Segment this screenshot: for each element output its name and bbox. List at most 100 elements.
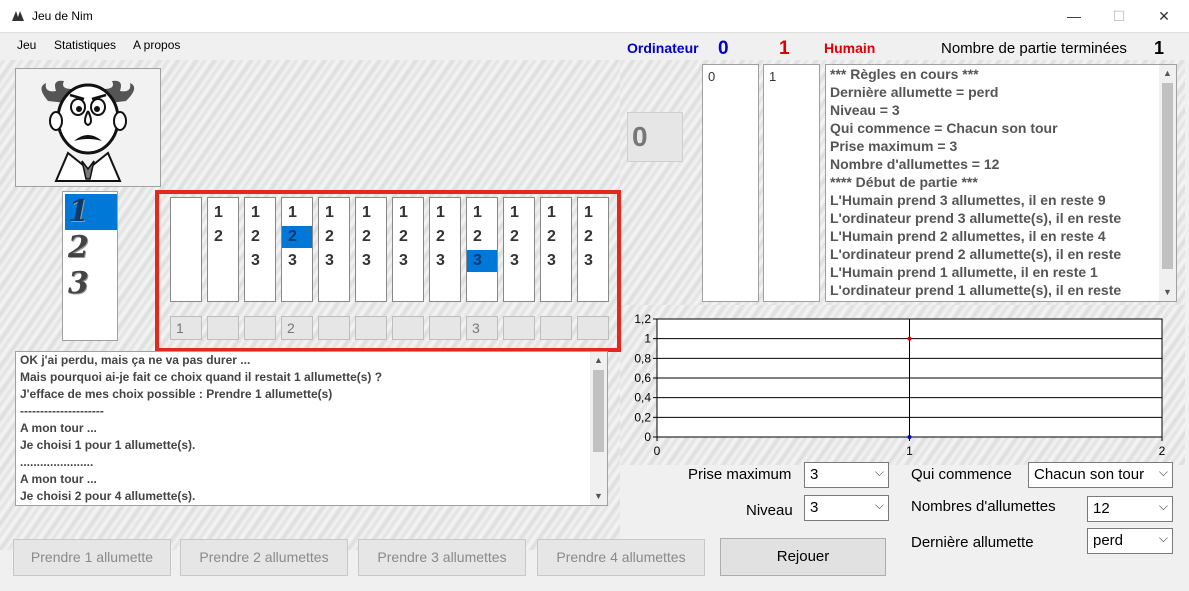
- scroll-up-arrow-icon[interactable]: ▲: [1159, 65, 1176, 82]
- match-column[interactable]: 123: [503, 197, 535, 302]
- match-option[interactable]: 2: [541, 226, 571, 248]
- prise-max-select[interactable]: 3 ⌵: [804, 462, 889, 488]
- match-option[interactable]: 3: [467, 250, 497, 272]
- match-option[interactable]: 2: [319, 226, 349, 248]
- match-option[interactable]: 1: [393, 202, 423, 224]
- match-column[interactable]: 123: [540, 197, 572, 302]
- level-item-3[interactable]: 3: [65, 266, 117, 302]
- match-option[interactable]: 2: [356, 226, 386, 248]
- match-column[interactable]: 123: [244, 197, 276, 302]
- menu-statistiques[interactable]: Statistiques: [54, 38, 116, 52]
- level-item-2[interactable]: 2: [65, 230, 117, 266]
- menu-jeu[interactable]: Jeu: [17, 38, 36, 52]
- match-option[interactable]: 2: [393, 226, 423, 248]
- ordinateur-score: 0: [718, 38, 729, 59]
- title-bar: Jeu de Nim — ☐ ✕: [0, 0, 1189, 33]
- match-option[interactable]: 3: [356, 250, 386, 272]
- ordinateur-label: Ordinateur: [627, 40, 699, 56]
- scroll-up-arrow-icon[interactable]: ▲: [590, 352, 607, 369]
- match-column[interactable]: 123: [355, 197, 387, 302]
- replay-button[interactable]: Rejouer: [720, 538, 886, 576]
- match-option[interactable]: 1: [578, 202, 608, 224]
- humain-history-list[interactable]: 1: [763, 64, 820, 302]
- menu-a-propos[interactable]: A propos: [133, 38, 180, 52]
- take-1-button[interactable]: Prendre 1 allumette: [13, 539, 171, 576]
- ai-log-line: OK j'ai perdu, mais ça ne va pas durer .…: [20, 353, 251, 367]
- match-option[interactable]: 3: [319, 250, 349, 272]
- prise-max-label: Prise maximum: [688, 466, 792, 483]
- nb-allumettes-label: Nombres d'allumettes: [911, 498, 1056, 515]
- match-option[interactable]: 2: [430, 226, 460, 248]
- match-column[interactable]: 123: [392, 197, 424, 302]
- maximize-button[interactable]: ☐: [1096, 0, 1142, 33]
- match-option[interactable]: 3: [430, 250, 460, 272]
- match-option[interactable]: 1: [430, 202, 460, 224]
- match-option[interactable]: 3: [282, 250, 312, 272]
- match-option[interactable]: 3: [245, 250, 275, 272]
- match-option[interactable]: 2: [245, 226, 275, 248]
- match-option[interactable]: 1: [504, 202, 534, 224]
- match-option[interactable]: 1: [467, 202, 497, 224]
- minimize-button[interactable]: —: [1051, 0, 1097, 33]
- rules-log[interactable]: *** Règles en cours *** Dernière allumett…: [825, 64, 1177, 302]
- derniere-allumette-value: perd: [1093, 532, 1124, 549]
- worried-face-icon: [41, 80, 135, 182]
- ai-message-log[interactable]: OK j'ai perdu, mais ça ne va pas durer .…: [15, 351, 608, 506]
- level-item-1[interactable]: 1: [65, 194, 117, 230]
- match-option[interactable]: 1: [541, 202, 571, 224]
- match-column[interactable]: 123: [577, 197, 609, 302]
- menu-bar: Jeu Statistiques A propos: [0, 34, 620, 56]
- match-option[interactable]: 1: [319, 202, 349, 224]
- match-option[interactable]: 3: [578, 250, 608, 272]
- match-option[interactable]: 2: [282, 226, 312, 248]
- match-column[interactable]: 123: [466, 197, 498, 302]
- chart-y-tick-label: 0: [644, 430, 651, 444]
- match-option[interactable]: 2: [504, 226, 534, 248]
- scroll-thumb[interactable]: [593, 370, 604, 452]
- match-column[interactable]: 123: [429, 197, 461, 302]
- qui-commence-select[interactable]: Chacun son tour ⌵: [1028, 462, 1173, 488]
- qui-commence-label: Qui commence: [911, 466, 1012, 483]
- parties-count: 1: [1154, 38, 1165, 58]
- ai-log-line: Je choisi 2 pour 4 allumette(s).: [20, 489, 196, 503]
- ai-log-line: ---------------------: [20, 404, 104, 418]
- match-option[interactable]: 2: [578, 226, 608, 248]
- match-option[interactable]: 1: [356, 202, 386, 224]
- derniere-allumette-select[interactable]: perd ⌵: [1087, 528, 1173, 554]
- level-list[interactable]: 1 2 3: [62, 191, 118, 341]
- scroll-thumb[interactable]: [1162, 83, 1173, 269]
- remaining-counter: 0: [627, 112, 683, 162]
- rules-log-line: L'Humain prend 3 allumettes, il en reste…: [830, 192, 1106, 208]
- pick-indicator: [577, 316, 609, 340]
- match-option[interactable]: 3: [541, 250, 571, 272]
- chevron-down-icon: ⌵: [1158, 531, 1168, 545]
- match-option[interactable]: 3: [504, 250, 534, 272]
- chart-y-tick-label: 1: [644, 332, 651, 346]
- ai-log-line: Je choisi 1 pour 1 allumette(s).: [20, 438, 196, 452]
- rules-scrollbar[interactable]: ▲ ▼: [1159, 65, 1176, 301]
- chart-x-tick-label: 2: [1159, 444, 1166, 458]
- niveau-label: Niveau: [746, 502, 793, 519]
- close-button[interactable]: ✕: [1141, 0, 1187, 33]
- niveau-select[interactable]: 3 ⌵: [804, 495, 889, 521]
- scroll-down-arrow-icon[interactable]: ▼: [590, 488, 607, 505]
- take-3-button[interactable]: Prendre 3 allumettes: [358, 539, 526, 576]
- match-column[interactable]: 123: [318, 197, 350, 302]
- match-option[interactable]: 1: [282, 202, 312, 224]
- match-option[interactable]: 3: [393, 250, 423, 272]
- match-column[interactable]: 123: [281, 197, 313, 302]
- take-2-button[interactable]: Prendre 2 allumettes: [180, 539, 348, 576]
- nb-allumettes-select[interactable]: 12 ⌵: [1087, 496, 1173, 522]
- match-column[interactable]: 12: [207, 197, 239, 302]
- match-option[interactable]: 1: [208, 202, 238, 224]
- match-option[interactable]: 2: [208, 226, 238, 248]
- match-option[interactable]: 1: [245, 202, 275, 224]
- match-option[interactable]: 2: [467, 226, 497, 248]
- scroll-down-arrow-icon[interactable]: ▼: [1159, 284, 1176, 301]
- app-window: Jeu de Nim — ☐ ✕ Jeu Statistiques A prop…: [0, 0, 1189, 591]
- ordinateur-history-list[interactable]: 0: [702, 64, 759, 302]
- ai-log-scrollbar[interactable]: ▲ ▼: [590, 352, 607, 505]
- rules-log-line: L'ordinateur prend 3 allumette(s), il en…: [830, 210, 1122, 226]
- take-4-button[interactable]: Prendre 4 allumettes: [537, 539, 705, 576]
- match-column[interactable]: [170, 197, 202, 302]
